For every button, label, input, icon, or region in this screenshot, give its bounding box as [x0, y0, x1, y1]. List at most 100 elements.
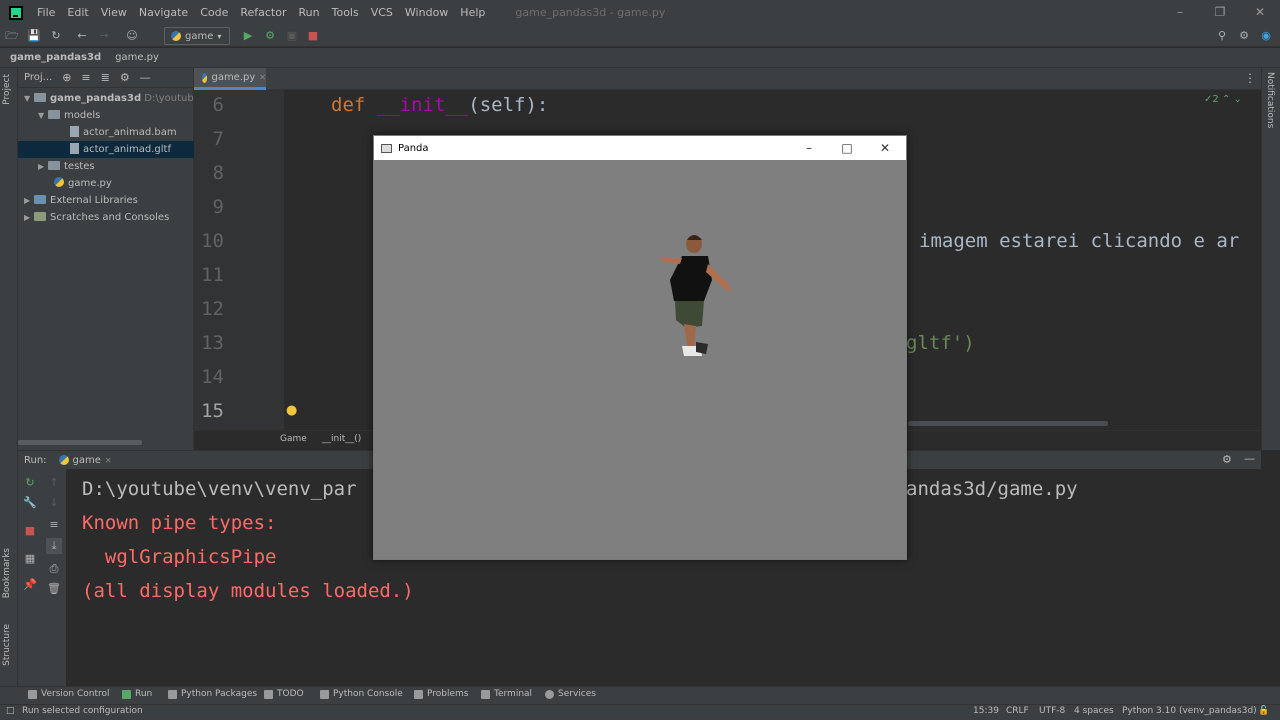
minimize-icon[interactable]: – — [1160, 0, 1200, 25]
settings-gear-icon[interactable]: ⚙ — [1222, 453, 1232, 466]
trash-icon[interactable]: 🗑 — [46, 581, 62, 597]
tool-python-console[interactable]: Python Console — [320, 689, 403, 699]
tree-item-actor-bam[interactable]: actor_animad.bam — [18, 124, 194, 141]
back-arrow-icon[interactable]: ← — [74, 28, 90, 44]
debug-icon[interactable]: ⚙ — [262, 28, 278, 44]
close-tab-icon[interactable]: ✕ — [105, 456, 112, 465]
python-interpreter[interactable]: Python 3.10 (venv_pandas3d) — [1122, 706, 1257, 716]
tool-label: Terminal — [494, 689, 533, 699]
menu-help[interactable]: Help — [454, 0, 491, 25]
soft-wrap-icon[interactable]: ≡ — [46, 517, 62, 533]
wrench-icon[interactable]: 🔧 — [22, 495, 38, 511]
status-message: Run selected configuration — [22, 706, 143, 716]
packages-icon — [168, 689, 177, 699]
line-number: 13 — [201, 332, 224, 354]
tool-version-control[interactable]: Version Control — [28, 689, 110, 699]
maximize-icon[interactable]: ❐ — [1200, 0, 1240, 25]
breadcrumb-method[interactable]: __init__() — [322, 434, 361, 444]
structure-stripe-button[interactable]: Structure — [2, 624, 12, 666]
stop-icon[interactable]: ■ — [22, 523, 38, 539]
menu-refactor[interactable]: Refactor — [234, 0, 292, 25]
lock-icon[interactable]: 🔓 — [1258, 706, 1269, 716]
coverage-icon[interactable]: ▣ — [284, 28, 300, 44]
project-stripe-button[interactable]: Project — [2, 74, 12, 105]
breadcrumb-class[interactable]: Game — [280, 434, 307, 444]
rerun-icon[interactable]: ↻ — [22, 475, 38, 491]
horizontal-scrollbar[interactable] — [18, 440, 142, 445]
indent-setting[interactable]: 4 spaces — [1074, 706, 1114, 716]
tree-item-models[interactable]: ▼ models — [18, 107, 194, 124]
sync-icon[interactable]: ↻ — [48, 28, 64, 44]
render-viewport[interactable] — [374, 160, 906, 559]
down-arrow-icon[interactable]: ↓ — [46, 495, 62, 511]
tool-python-packages[interactable]: Python Packages — [168, 689, 257, 699]
menu-window[interactable]: Window — [399, 0, 454, 25]
panda-window[interactable]: Panda – □ ✕ — [373, 135, 907, 560]
breadcrumb-project[interactable]: game_pandas3d — [10, 52, 101, 63]
locate-icon[interactable]: ⊕ — [62, 71, 71, 84]
tree-item-root[interactable]: ▼ game_pandas3d D:\youtube\g — [18, 90, 210, 107]
layout-icon[interactable]: ▦ — [22, 551, 38, 567]
minimize-icon[interactable]: – — [790, 136, 828, 160]
menu-vcs[interactable]: VCS — [365, 0, 399, 25]
close-icon[interactable]: ✕ — [1240, 0, 1280, 25]
forward-arrow-icon[interactable]: → — [96, 28, 112, 44]
hide-panel-icon[interactable]: — — [1244, 452, 1255, 465]
breadcrumb-file[interactable]: game.py — [115, 52, 159, 63]
tool-run[interactable]: Run — [122, 689, 152, 699]
tree-item-actor-gltf[interactable]: actor_animad.gltf — [18, 141, 194, 158]
menu-file[interactable]: File — [31, 0, 61, 25]
code-with-me-icon[interactable]: ◉ — [1258, 28, 1274, 44]
menu-view[interactable]: View — [95, 0, 133, 25]
menu-navigate[interactable]: Navigate — [133, 0, 194, 25]
collapse-all-icon[interactable]: ≣ — [101, 71, 110, 84]
hide-panel-icon[interactable]: — — [140, 71, 151, 84]
notifications-stripe-button[interactable]: Notifications — [1265, 72, 1275, 128]
line-number: 6 — [212, 94, 224, 116]
expand-all-icon[interactable]: ≡ — [81, 71, 90, 84]
open-folder-icon[interactable]: 🗁 — [4, 28, 20, 44]
project-view-dropdown[interactable]: Proj... — [24, 72, 52, 83]
tool-problems[interactable]: Problems — [414, 689, 468, 699]
print-icon[interactable]: ⎙ — [46, 561, 62, 577]
gear-icon[interactable]: ⚙ — [1236, 28, 1252, 44]
more-options-icon[interactable]: ⋮ — [1244, 71, 1256, 85]
menu-tools[interactable]: Tools — [326, 0, 365, 25]
caret-position[interactable]: 15:39 — [973, 706, 999, 716]
tree-item-game-py[interactable]: game.py — [18, 175, 194, 192]
tree-item-testes[interactable]: ▶ testes — [18, 158, 194, 175]
maximize-icon[interactable]: □ — [828, 136, 866, 160]
close-icon[interactable]: ✕ — [866, 136, 904, 160]
scroll-to-end-icon[interactable]: ⤓ — [46, 538, 62, 554]
up-arrow-icon[interactable]: ↑ — [46, 475, 62, 491]
menu-run[interactable]: Run — [293, 0, 326, 25]
editor-horizontal-scrollbar[interactable] — [908, 421, 1108, 426]
close-tab-icon[interactable]: ✕ — [259, 73, 266, 82]
tree-item-external-libraries[interactable]: ▶ External Libraries — [18, 192, 194, 209]
menu-code[interactable]: Code — [194, 0, 234, 25]
run-configuration-select[interactable]: game ▾ — [164, 27, 230, 45]
function-name: __init__ — [376, 94, 469, 116]
status-panel-icon[interactable]: □ — [6, 706, 15, 716]
tool-terminal[interactable]: Terminal — [481, 689, 532, 699]
services-icon — [545, 689, 554, 699]
bookmarks-stripe-button[interactable]: Bookmarks — [2, 548, 12, 598]
search-icon[interactable]: ⚲ — [1214, 28, 1230, 44]
user-dropdown-icon[interactable]: ☺▾ — [124, 28, 140, 58]
inspection-widget[interactable]: ✓2 ⌃ ⌄ — [1204, 94, 1242, 105]
tree-item-scratches[interactable]: ▶ Scratches and Consoles — [18, 209, 194, 226]
options-gear-icon[interactable]: ⚙ — [120, 71, 130, 84]
tool-services[interactable]: Services — [545, 689, 596, 699]
run-icon[interactable]: ▶ — [240, 28, 256, 44]
pin-icon[interactable]: 📌 — [22, 577, 38, 593]
file-encoding[interactable]: UTF-8 — [1039, 706, 1065, 716]
line-separator[interactable]: CRLF — [1006, 706, 1029, 716]
stop-icon[interactable]: ■ — [305, 28, 321, 44]
tab-game-py[interactable]: game.py ✕ — [194, 68, 266, 90]
tool-todo[interactable]: TODO — [264, 689, 304, 699]
menu-edit[interactable]: Edit — [61, 0, 94, 25]
keyword-def: def — [331, 94, 366, 116]
run-tab-game[interactable]: game ✕ — [58, 455, 112, 466]
save-icon[interactable]: 💾 — [26, 28, 42, 44]
lightbulb-icon[interactable]: ● — [286, 403, 297, 418]
